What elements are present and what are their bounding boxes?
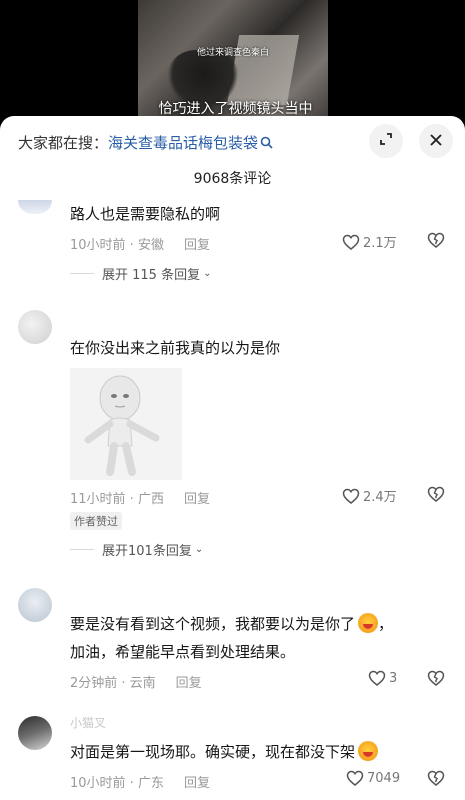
broken-heart-icon	[427, 670, 445, 686]
dislike-button[interactable]	[427, 232, 445, 252]
video-subtitle-main: 恰巧进入了视频镜头当中	[158, 101, 313, 117]
comment-count: 9068条评论	[193, 171, 272, 187]
kiss-emoji-icon	[358, 613, 379, 633]
close-button[interactable]	[419, 124, 453, 158]
like-count: 3	[389, 670, 398, 686]
close-icon	[429, 132, 443, 151]
comment-meta: 10小时前 · 安徽 回复	[70, 234, 210, 253]
comment-sticker-image[interactable]	[70, 368, 182, 480]
heart-icon	[346, 770, 364, 786]
comment-text: 路人也是需要隐私的啊	[70, 205, 221, 223]
broken-heart-icon	[427, 486, 445, 502]
expand-arrows-icon	[378, 131, 394, 151]
search-query-link[interactable]: 海关查毒品话梅包装袋	[108, 132, 258, 153]
avatar[interactable]	[18, 200, 52, 214]
comment-time-location: 10小时前 · 广东	[70, 776, 164, 791]
chevron-down-icon: ⌄	[203, 268, 212, 279]
video-subtitle-small: 他过来调查色秦白	[196, 48, 269, 58]
expand-replies[interactable]: 展开 115 条回复 ⌄	[70, 264, 211, 283]
sticker-figure	[84, 375, 160, 476]
like-count: 2.4万	[363, 490, 397, 505]
divider-line	[70, 273, 94, 274]
expand-replies-label: 展开101条回复	[102, 544, 192, 559]
comment-text-body: 对面是第一现场耶。确实硬，现在都没下架	[70, 743, 356, 761]
video-frame: 他过来调查色秦白 恰巧进入了视频镜头当中	[138, 0, 328, 118]
like-button[interactable]: 2.4万	[342, 486, 397, 505]
chevron-down-icon: ⌄	[194, 544, 204, 555]
reply-button[interactable]: 回复	[176, 672, 202, 691]
avatar[interactable]	[18, 310, 52, 344]
comment-meta: 10小时前 · 广东 回复	[70, 772, 210, 791]
divider-line	[70, 549, 94, 550]
comment-text-line2: ，	[378, 615, 394, 633]
expand-button[interactable]	[369, 124, 403, 158]
broken-heart-icon	[427, 232, 445, 248]
comment-sheet: 大家都在搜： 海关查毒品话梅包装袋 9068条评论 路人也是需要隐私的啊 10小…	[0, 116, 465, 800]
comment-time-location: 11小时前 · 广西	[70, 492, 164, 507]
like-button[interactable]: 2.1万	[342, 232, 397, 251]
kiss-emoji-icon	[358, 741, 379, 761]
reply-button[interactable]: 回复	[184, 488, 210, 507]
search-prefix: 大家都在搜：	[18, 133, 109, 152]
comment-time-location: 10小时前 · 安徽	[70, 238, 164, 253]
dislike-button[interactable]	[427, 770, 445, 790]
comment-text-line1: 要是没有看到这个视频，我都要以为是你了	[70, 615, 356, 633]
comment-time-location: 2分钟前 · 云南	[70, 676, 156, 691]
comment-text: 加油，希望能早点看到处理结果。	[70, 643, 296, 661]
author-liked-badge: 作者赞过	[70, 512, 122, 530]
video-preview[interactable]: 他过来调查色秦白 恰巧进入了视频镜头当中	[0, 0, 465, 118]
dislike-button[interactable]	[427, 670, 445, 690]
username[interactable]: 小猫叉	[70, 714, 106, 731]
expand-replies[interactable]: 展开101条回复 ⌄	[70, 540, 203, 559]
reply-button[interactable]: 回复	[184, 234, 210, 253]
broken-heart-icon	[427, 770, 445, 786]
avatar[interactable]	[18, 588, 52, 622]
comment-meta: 11小时前 · 广西 回复	[70, 488, 210, 507]
like-button[interactable]: 3	[368, 670, 397, 686]
like-count: 7049	[367, 770, 401, 786]
like-count: 2.1万	[363, 236, 397, 251]
dislike-button[interactable]	[427, 486, 445, 506]
expand-replies-label: 展开 115 条回复	[102, 268, 201, 283]
heart-icon	[368, 670, 386, 686]
reply-button[interactable]: 回复	[184, 772, 210, 791]
comment-text: 对面是第一现场耶。确实硬，现在都没下架	[70, 740, 379, 764]
heart-icon	[342, 488, 360, 504]
like-button[interactable]: 7049	[346, 770, 400, 786]
comment-meta: 2分钟前 · 云南 回复	[70, 672, 202, 691]
comment-text: 在你没出来之前我真的以为是你	[70, 339, 281, 357]
heart-icon	[342, 234, 360, 250]
avatar[interactable]	[18, 716, 52, 750]
search-suggestion[interactable]: 大家都在搜： 海关查毒品话梅包装袋	[18, 130, 273, 154]
search-icon[interactable]	[260, 136, 273, 149]
comment-text: 要是没有看到这个视频，我都要以为是你了 ，	[70, 612, 393, 636]
